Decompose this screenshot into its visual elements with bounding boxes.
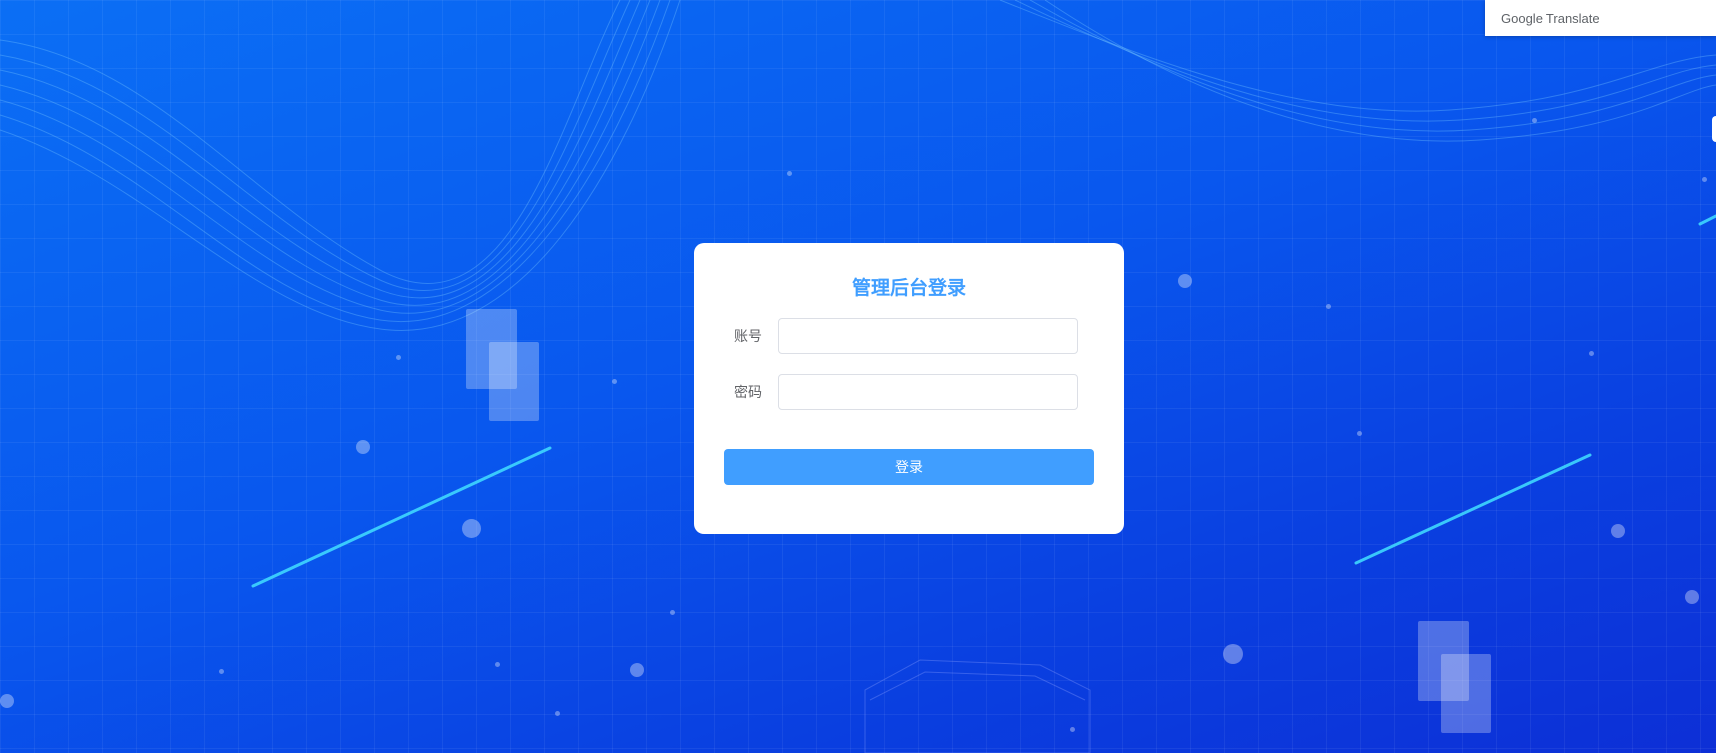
decor-dot [670, 610, 675, 615]
decor-dot [1357, 431, 1362, 436]
login-title: 管理后台登录 [851, 277, 966, 299]
account-label: 账号 [734, 329, 762, 345]
decor-panel [1441, 654, 1491, 733]
decor-dot [787, 171, 792, 176]
decor-dot [612, 379, 617, 384]
decor-dot [495, 662, 500, 667]
decor-dot [630, 663, 644, 677]
google-logo: Google [1501, 10, 1543, 26]
decor-dot [555, 711, 560, 716]
decor-dot [1178, 274, 1192, 288]
decor-dot [1070, 727, 1075, 732]
decor-panel [489, 342, 539, 421]
password-input[interactable] [778, 374, 1078, 410]
decor-dot [219, 669, 224, 674]
password-row: 密码 [734, 374, 1078, 410]
google-translate-widget[interactable]: Google Translate [1485, 0, 1716, 36]
decor-dot [1589, 351, 1594, 356]
login-card: 管理后台登录 账号 密码 登录 [694, 243, 1124, 534]
decor-dot [462, 519, 481, 538]
decor-dot [1685, 590, 1699, 604]
decor-dot [356, 440, 370, 454]
decor-dot [1611, 524, 1625, 538]
decor-dot [1326, 304, 1331, 309]
decor-dot [0, 694, 14, 708]
decor-dot [396, 355, 401, 360]
edge-handle [1712, 116, 1716, 142]
password-label: 密码 [734, 385, 762, 401]
account-input[interactable] [778, 318, 1078, 354]
decor-dot [1532, 118, 1537, 123]
decor-dot [1223, 644, 1243, 664]
translate-label: Translate [1545, 10, 1600, 26]
login-button[interactable]: 登录 [724, 449, 1094, 485]
decor-dot [1702, 177, 1707, 182]
account-row: 账号 [734, 318, 1078, 354]
